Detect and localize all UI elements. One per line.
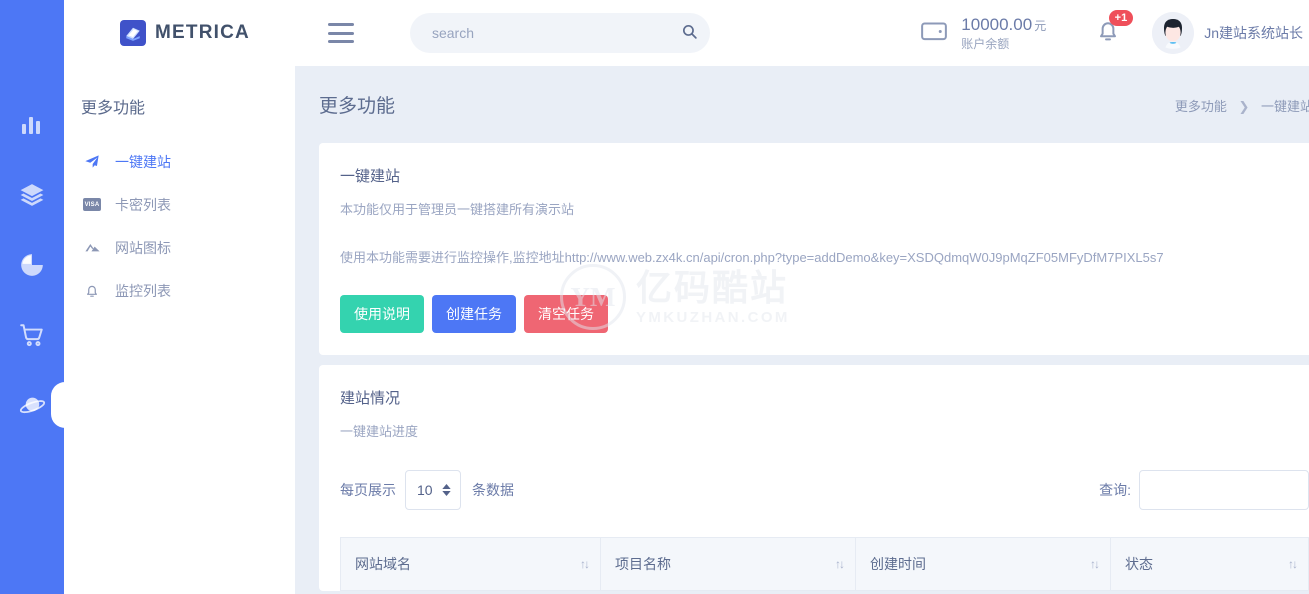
primary-icon-rail <box>0 0 64 594</box>
paper-plane-icon <box>81 154 103 170</box>
notifications-button[interactable]: +1 <box>1094 16 1124 50</box>
column-header-status[interactable]: 状态 ↑↓ <box>1111 538 1309 591</box>
breadcrumb: 更多功能 ❯ 一键建站 <box>1175 96 1309 115</box>
column-header-project-name[interactable]: 项目名称 ↑↓ <box>601 538 856 591</box>
sort-both-icon: ↑↓ <box>835 557 843 571</box>
rail-item-reports[interactable] <box>0 230 64 300</box>
sidebar-item-site-icon[interactable]: 网站图标 <box>81 226 295 269</box>
global-search <box>410 13 710 53</box>
search-input[interactable] <box>410 13 710 53</box>
instructions-button[interactable]: 使用说明 <box>340 295 424 333</box>
main-content: 更多功能 更多功能 ❯ 一键建站 一键建站 本功能仅用于管理员一键搭建所有演示站… <box>295 66 1309 594</box>
topbar-right-cluster: 10000.00元 账户余额 +1 <box>919 12 1309 54</box>
rail-item-analytics[interactable] <box>0 90 64 160</box>
breadcrumb-parent[interactable]: 更多功能 <box>1175 99 1227 114</box>
builder-action-buttons: 使用说明 创建任务 清空任务 <box>340 295 1309 355</box>
per-page-prefix-label: 每页展示 <box>340 480 396 500</box>
brand-name: METRICA <box>155 22 250 44</box>
per-page-value: 10 <box>417 482 433 498</box>
per-page-suffix-label: 条数据 <box>472 480 514 500</box>
notification-badge: +1 <box>1109 10 1134 26</box>
table-header-row: 网站域名 ↑↓ 项目名称 ↑↓ 创建时间 ↑↓ <box>341 538 1309 591</box>
builder-card-description: 使用本功能需要进行监控操作,监控地址http://www.web.zx4k.cn… <box>340 247 1309 266</box>
search-button[interactable] <box>672 15 708 51</box>
rail-item-shop[interactable] <box>0 300 64 370</box>
build-status-table: 网站域名 ↑↓ 项目名称 ↑↓ 创建时间 ↑↓ <box>340 537 1309 591</box>
app-root: METRICA <box>0 0 1309 594</box>
status-card-subtitle: 一键建站进度 <box>340 421 1309 440</box>
laptop-logo-icon <box>120 20 146 46</box>
bell-icon <box>1094 33 1122 50</box>
sort-both-icon: ↑↓ <box>1288 557 1296 571</box>
chevron-updown-icon <box>442 484 451 496</box>
user-name[interactable]: Jn建站系统站长 <box>1204 23 1303 43</box>
bell-icon <box>81 283 103 299</box>
sidebar-item-label: 一键建站 <box>115 152 171 172</box>
page-header: 更多功能 更多功能 ❯ 一键建站 <box>295 66 1309 143</box>
chevron-right-icon: ❯ <box>1238 99 1249 114</box>
active-rail-indicator <box>51 382 65 428</box>
builder-card-subtitle: 本功能仅用于管理员一键搭建所有演示站 <box>340 199 1309 218</box>
status-card-title: 建站情况 <box>340 387 1309 408</box>
create-task-button[interactable]: 创建任务 <box>432 295 516 333</box>
wallet-balance[interactable]: 10000.00元 账户余额 <box>919 14 1046 52</box>
column-header-domain[interactable]: 网站域名 ↑↓ <box>341 538 601 591</box>
rail-item-layers[interactable] <box>0 160 64 230</box>
rail-item-more-features[interactable] <box>0 370 64 440</box>
build-status-card: 建站情况 一键建站进度 每页展示 10 条数据 <box>319 365 1309 591</box>
query-input[interactable] <box>1139 470 1309 510</box>
search-icon <box>681 23 698 43</box>
pie-chart-icon <box>19 252 45 278</box>
wallet-label: 账户余额 <box>961 37 1046 52</box>
sidebar-item-one-click-build[interactable]: 一键建站 <box>81 140 295 183</box>
clear-task-button[interactable]: 清空任务 <box>524 295 608 333</box>
column-label: 项目名称 <box>615 556 671 572</box>
builder-card-title: 一键建站 <box>340 165 1309 186</box>
sidebar-item-label: 网站图标 <box>115 238 171 258</box>
sort-both-icon: ↑↓ <box>580 557 588 571</box>
layers-icon <box>19 182 45 208</box>
sort-both-icon: ↑↓ <box>1090 557 1098 571</box>
sidebar-title: 更多功能 <box>81 94 295 118</box>
avatar[interactable] <box>1152 12 1194 54</box>
sidebar-item-card-list[interactable]: VISA 卡密列表 <box>81 183 295 226</box>
brand-logo[interactable]: METRICA <box>120 20 250 46</box>
sidebar-item-monitor-list[interactable]: 监控列表 <box>81 269 295 312</box>
per-page-select[interactable]: 10 <box>405 470 461 510</box>
planet-icon <box>19 392 46 419</box>
top-bar: METRICA <box>64 0 1309 66</box>
wallet-unit: 元 <box>1034 19 1046 33</box>
sidebar-item-label: 卡密列表 <box>115 195 171 215</box>
bar-chart-icon <box>20 113 44 137</box>
query-label: 查询: <box>1099 480 1131 500</box>
wallet-icon <box>919 16 949 51</box>
column-label: 网站域名 <box>355 556 411 572</box>
sidebar-item-label: 监控列表 <box>115 281 171 301</box>
shopping-cart-icon <box>19 322 45 348</box>
per-page-control: 每页展示 10 条数据 <box>340 470 514 510</box>
visa-card-icon: VISA <box>81 198 103 211</box>
wallet-amount: 10000.00 <box>961 15 1032 34</box>
image-mountain-icon <box>81 239 103 256</box>
table-query-control: 查询: <box>1099 470 1309 510</box>
one-click-build-card: 一键建站 本功能仅用于管理员一键搭建所有演示站 使用本功能需要进行监控操作,监控… <box>319 143 1309 355</box>
column-header-create-time[interactable]: 创建时间 ↑↓ <box>856 538 1111 591</box>
column-label: 状态 <box>1125 556 1153 572</box>
page-title: 更多功能 <box>319 91 395 118</box>
breadcrumb-current: 一键建站 <box>1261 99 1309 114</box>
column-label: 创建时间 <box>870 556 926 572</box>
table-toolbar: 每页展示 10 条数据 查询: <box>340 470 1309 510</box>
card-divider-space <box>295 355 1309 365</box>
hamburger-icon[interactable] <box>328 23 354 43</box>
secondary-sidebar: 更多功能 一键建站 VISA 卡密列表 网站图标 <box>64 66 295 594</box>
